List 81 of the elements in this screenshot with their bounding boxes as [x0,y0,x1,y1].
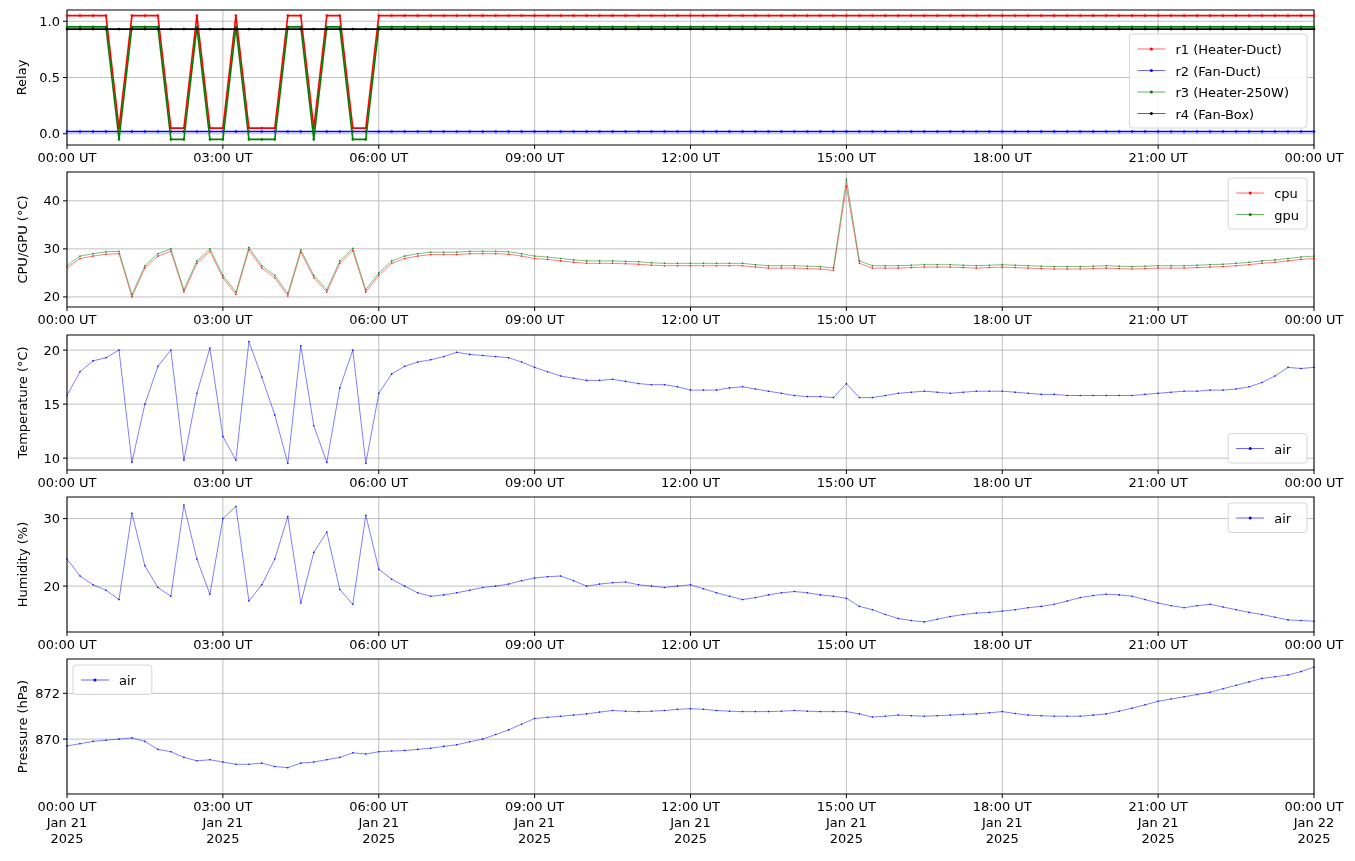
legend-marker-icon [1137,69,1166,72]
axis-label: Temperature (°C) [15,346,30,459]
tick-label: 15:00 UT [816,150,876,165]
axis-label: Relay [14,59,29,96]
tick-label: 15:00 UT [816,474,876,490]
tick-label: 06:00 UT [349,312,409,328]
tick-label: 12:00 UT Jan 21 2025 [660,799,721,847]
tick-label: 870 [35,731,60,747]
tick-label: 21:00 UT Jan 21 2025 [1128,799,1188,847]
axis-label: CPU/GPU (°C) [15,195,30,284]
legend-marker-icon [1235,446,1265,450]
tick-label: 00:00 UT Jan 22 2025 [1284,799,1344,847]
tick-label: 18:00 UT [972,636,1032,652]
tick-label: 03:00 UT [193,636,253,652]
tick-label: 09:00 UT Jan 21 2025 [505,799,565,847]
tick-label: 09:00 UT [505,312,565,328]
legend-label: air [1274,510,1292,526]
tick-label: 15:00 UT Jan 21 2025 [816,799,876,847]
legend-label: r2 (Fan-Duct) [1175,63,1261,79]
tick-label: 20 [43,342,60,358]
tick-label: 09:00 UT [505,636,565,652]
tick-label: 18:00 UT [972,312,1032,328]
tick-label: 21:00 UT [1128,636,1188,652]
legend-label: air [119,673,136,689]
legend-label: r4 (Fan-Box) [1175,106,1255,122]
tick-label: 00:00 UT [37,636,97,652]
tick-label: 03:00 UT Jan 21 2025 [193,799,253,847]
tick-label: 00:00 UT Jan 21 2025 [37,799,97,847]
tick-label: 18:00 UT [972,474,1032,490]
tick-label: 15:00 UT [816,636,876,652]
legend-marker-icon [80,678,110,682]
tick-label: 06:00 UT [349,150,409,165]
tick-label: 00:00 UT [37,150,97,165]
tick-label: 0.0 [39,126,60,142]
tick-label: 21:00 UT [1128,150,1188,165]
tick-label: 09:00 UT [505,474,565,490]
tick-label: 872 [35,686,60,701]
tick-label: 20 [43,578,60,594]
tick-label: 15:00 UT [816,312,876,328]
axis-label: Humidity (%) [15,521,30,608]
legend-marker-icon [1137,90,1166,94]
legend-label: r1 (Heater-Duct) [1175,42,1282,57]
tick-label: 21:00 UT [1128,474,1188,490]
tick-label: 15 [43,396,60,412]
tick-label: 18:00 UT [972,150,1032,165]
legend-marker-icon [1137,112,1166,115]
tick-label: 20 [43,289,60,305]
tick-label: 00:00 UT [1284,150,1344,165]
tick-label: 1.0 [39,13,60,29]
tick-label: 03:00 UT [193,474,253,490]
tick-label: 18:00 UT Jan 21 2025 [972,799,1032,847]
legend-marker-icon [1235,191,1265,195]
legend-marker-icon [1235,516,1265,520]
legend-label: gpu [1274,207,1299,223]
tick-label: 00:00 UT [1284,312,1344,328]
tick-label: 0.5 [39,70,60,85]
tick-label: 09:00 UT [505,150,565,165]
tick-label: 12:00 UT [660,312,721,328]
tick-label: 12:00 UT [660,474,721,490]
tick-label: 03:00 UT [193,150,253,165]
tick-label: 03:00 UT [193,312,253,328]
tick-label: 00:00 UT [37,474,97,490]
tick-label: 00:00 UT [1284,474,1344,490]
axis-label: Pressure (hPa) [15,680,30,774]
legend-label: cpu [1274,186,1298,202]
tick-label: 30 [43,241,60,257]
tick-label: 06:00 UT Jan 21 2025 [349,799,409,847]
tick-label: 10 [43,450,60,466]
tick-label: 40 [43,193,60,209]
tick-label: 06:00 UT [349,474,409,490]
tick-label: 12:00 UT [660,636,721,652]
legend-label: air [1274,441,1292,457]
legend-marker-icon [1137,47,1166,51]
legend-label: r3 (Heater-250W) [1175,85,1289,100]
tick-label: 06:00 UT [349,636,409,652]
tick-label: 30 [43,511,60,526]
tick-label: 21:00 UT [1128,312,1188,328]
tick-label: 00:00 UT [37,312,97,328]
tick-label: 12:00 UT [660,150,721,165]
tick-label: 00:00 UT [1284,636,1344,652]
legend-marker-icon [1235,213,1265,217]
